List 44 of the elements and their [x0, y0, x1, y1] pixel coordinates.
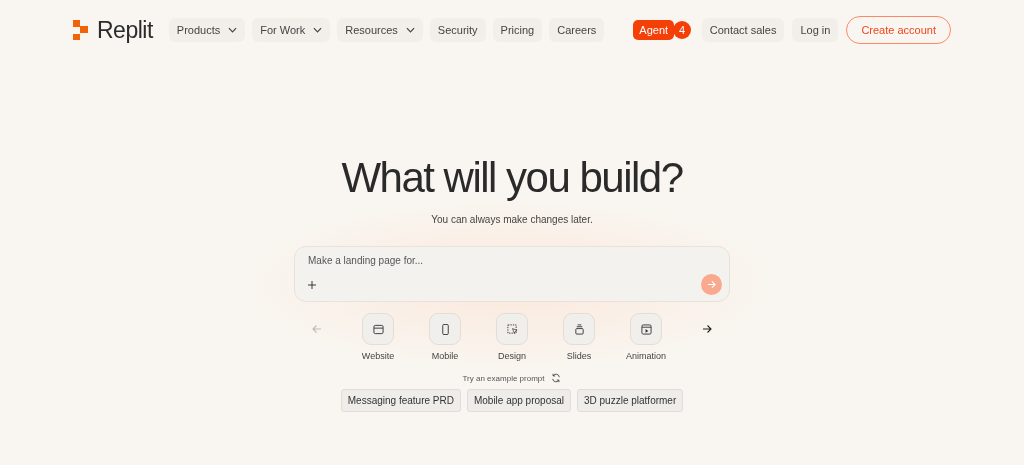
nav-link[interactable]: Contact sales: [701, 18, 785, 42]
example-prompt-label: Try an example prompt: [462, 373, 545, 383]
logo-icon[interactable]: [73, 20, 89, 40]
category-button[interactable]: [630, 313, 662, 345]
category-button[interactable]: [362, 313, 394, 345]
example-chip[interactable]: Messaging feature PRD: [340, 389, 461, 412]
nav-dropdown[interactable]: For Work: [252, 18, 331, 42]
category-label: Design: [498, 351, 526, 361]
cursor-frame-icon: [506, 323, 518, 335]
refresh-icon[interactable]: [551, 373, 562, 383]
agent-button[interactable]: Agent: [633, 20, 675, 40]
send-button[interactable]: [701, 274, 722, 295]
nav-link[interactable]: Security: [429, 18, 486, 42]
play-window-icon: [640, 323, 652, 335]
chevron-icon: [313, 27, 323, 33]
nav-link[interactable]: Careers: [549, 18, 605, 42]
nav-link[interactable]: Pricing: [492, 18, 543, 42]
category-label: Website: [361, 351, 395, 361]
nav-dropdown[interactable]: Products: [168, 18, 246, 42]
nav-link[interactable]: Log in: [792, 18, 839, 42]
count-badge: 4: [673, 21, 692, 39]
arrow-left-icon: [312, 324, 322, 334]
prompt-input[interactable]: Make a landing page for...: [308, 255, 608, 266]
category-button[interactable]: [429, 313, 461, 345]
category-label: Slides: [566, 351, 592, 361]
category-button[interactable]: [496, 313, 528, 345]
arrow-right-icon: [702, 324, 712, 334]
chevron-icon: [228, 27, 238, 33]
phone-icon: [439, 323, 451, 335]
logo-text[interactable]: Replit: [97, 16, 153, 44]
browser-window-icon: [372, 323, 384, 335]
plus-icon[interactable]: [308, 280, 316, 289]
hero-subtitle: You can always make changes later.: [431, 214, 593, 225]
stacked-slides-icon: [573, 323, 585, 335]
category-label: Animation: [626, 351, 666, 361]
hero-title: What will you build?: [341, 154, 683, 202]
example-chip[interactable]: Mobile app proposal: [466, 389, 571, 412]
prompt-box[interactable]: Make a landing page for...: [294, 246, 730, 302]
nav-dropdown[interactable]: Resources: [337, 18, 423, 42]
example-chip[interactable]: 3D puzzle platformer: [577, 389, 684, 412]
category-label: Mobile: [431, 351, 459, 361]
category-button[interactable]: [563, 313, 595, 345]
arrow-right-icon: [707, 280, 716, 289]
chevron-icon: [405, 27, 415, 33]
